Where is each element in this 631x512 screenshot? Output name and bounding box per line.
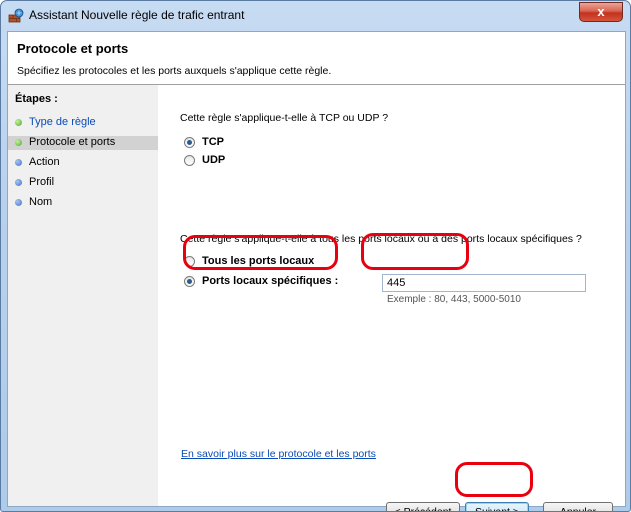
sidebar-item-label: Type de règle <box>29 116 96 128</box>
radio-label: UDP <box>202 154 226 166</box>
firewall-shield-icon <box>8 8 24 23</box>
protocol-question: Cette règle s'applique-t-elle à TCP ou U… <box>180 112 389 124</box>
radio-circle <box>184 276 195 287</box>
step-pending-icon <box>15 199 22 206</box>
local-ports-input[interactable]: 445 <box>382 274 586 292</box>
radio-circle <box>184 155 195 166</box>
cancel-button[interactable]: Annuler <box>543 502 613 511</box>
steps-sidebar: Étapes : Type de règle Protocole et port… <box>8 85 158 506</box>
main-panel: Cette règle s'applique-t-elle à TCP ou U… <box>158 85 625 511</box>
page-title: Protocole et ports <box>17 41 129 56</box>
step-done-icon <box>15 139 22 146</box>
radio-label: Ports locaux spécifiques : <box>202 275 339 287</box>
page-subtitle: Spécifiez les protocoles et les ports au… <box>17 65 332 77</box>
highlight-ports-input <box>361 233 469 270</box>
ports-example-hint: Exemple : 80, 443, 5000-5010 <box>387 294 521 305</box>
sidebar-item-label: Protocole et ports <box>29 136 116 148</box>
sidebar-item-label: Profil <box>29 176 55 188</box>
wizard-header: Protocole et ports Spécifiez les protoco… <box>8 32 625 85</box>
back-button[interactable]: < Précédent <box>386 502 460 511</box>
step-pending-icon <box>15 159 22 166</box>
step-done-icon <box>15 119 22 126</box>
steps-title: Étapes : <box>15 93 58 105</box>
radio-circle <box>184 137 195 148</box>
title-bar: Assistant Nouvelle règle de trafic entra… <box>1 1 630 29</box>
close-button[interactable]: x <box>579 2 623 22</box>
learn-more-link[interactable]: En savoir plus sur le protocole et les p… <box>181 448 376 460</box>
window-title: Assistant Nouvelle règle de trafic entra… <box>29 8 245 22</box>
highlight-next-button <box>455 462 533 497</box>
highlight-ports-option <box>183 235 338 270</box>
next-button[interactable]: Suivant > <box>465 502 529 511</box>
sidebar-item-protocole-et-ports[interactable]: Protocole et ports <box>8 136 158 150</box>
step-pending-icon <box>15 179 22 186</box>
sidebar-item-label: Action <box>29 156 60 168</box>
sidebar-item-label: Nom <box>29 196 53 208</box>
close-icon: x <box>597 4 605 19</box>
radio-label: TCP <box>202 136 224 148</box>
